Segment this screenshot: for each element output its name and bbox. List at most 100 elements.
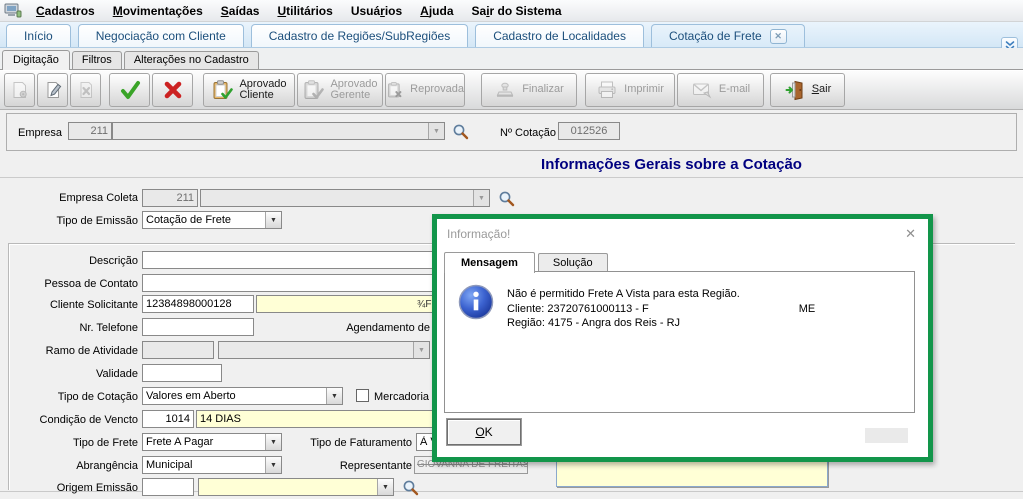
tipo-emissao-combo[interactable]: Cotação de Frete <box>142 211 282 229</box>
condicao-vencto-code-input[interactable] <box>142 410 194 428</box>
tab-cotacao-frete[interactable]: Cotação de Frete <box>650 24 805 47</box>
dialog-tab-bar: Mensagem Solução <box>444 250 611 273</box>
empresa-search-icon[interactable] <box>452 123 469 143</box>
cliente-solicitante-code-input[interactable] <box>142 295 254 313</box>
cliente-nome-fragment: ¾F <box>417 299 432 310</box>
empresa-coleta-search-icon[interactable] <box>498 190 515 210</box>
empresa-coleta-combo[interactable] <box>200 189 490 207</box>
menu-utilitarios[interactable]: Utilitários <box>268 2 341 20</box>
ramo-atividade-label: Ramo de Atividade <box>45 345 138 357</box>
dropdown-arrow-icon[interactable] <box>377 479 393 495</box>
envelope-icon <box>692 83 712 99</box>
empresa-code-input[interactable] <box>68 122 112 140</box>
reprovada-button[interactable]: Reprovada <box>385 73 465 107</box>
menu-saidas[interactable]: Saídas <box>212 2 269 20</box>
agendamento-label: Agendamento de <box>346 322 430 334</box>
clipboard-check-icon <box>213 80 234 99</box>
clipboard-check-icon <box>304 80 325 99</box>
cancel-button[interactable] <box>152 73 193 107</box>
subtab-bar: Digitação Filtros Alterações no Cadastro <box>0 48 1023 70</box>
dialog-close-icon[interactable] <box>905 226 916 242</box>
subtab-alteracoes[interactable]: Alterações no Cadastro <box>123 51 259 69</box>
finalizar-button[interactable]: Finalizar <box>481 73 577 107</box>
new-record-button[interactable] <box>4 73 35 107</box>
email-button[interactable]: E-mail <box>677 73 764 107</box>
app-window: Cadastros Movimentações Saídas Utilitári… <box>0 0 1023 499</box>
message-line-1: Não é permitido Frete A Vista para esta … <box>507 288 740 300</box>
tab-cadastro-localidades[interactable]: Cadastro de Localidades <box>475 24 644 47</box>
dialog-message-panel: Não é permitido Frete A Vista para esta … <box>444 271 915 413</box>
stamp-icon <box>496 82 514 97</box>
empresa-coleta-code-input[interactable] <box>142 189 198 207</box>
tab-cadastro-regioes[interactable]: Cadastro de Regiões/SubRegiões <box>250 24 469 47</box>
aprovado-cliente-button[interactable]: Aprovado Cliente <box>203 73 295 107</box>
representante-label: Representante <box>339 460 412 472</box>
pessoa-contato-label: Pessoa de Contato <box>44 278 138 290</box>
num-cotacao-label: Nº Cotação <box>500 127 556 139</box>
origem-emissao-label: Origem Emissão <box>56 482 138 494</box>
validade-label: Validade <box>96 368 138 380</box>
app-icon <box>4 3 22 18</box>
origem-emissao-combo[interactable] <box>198 478 394 496</box>
dropdown-arrow-icon[interactable] <box>326 388 342 404</box>
cross-icon <box>164 81 181 99</box>
message-line-3: Região: 4175 - Angra dos Reis - RJ <box>507 317 681 329</box>
dropdown-arrow-icon[interactable] <box>265 434 281 450</box>
empresa-combo[interactable] <box>112 122 445 140</box>
ok-button[interactable]: OK <box>447 419 521 445</box>
delete-record-button[interactable] <box>70 73 101 107</box>
tab-close-icon[interactable] <box>769 28 787 44</box>
tab-negociacao-com-cliente[interactable]: Negociação com Cliente <box>77 24 244 47</box>
sair-button[interactable]: Sair <box>770 73 845 107</box>
condicao-vencto-label: Condição de Vencto <box>39 414 138 426</box>
tipo-cotacao-label: Tipo de Cotação <box>57 391 138 403</box>
menu-sair-do-sistema[interactable]: Sair do Sistema <box>463 2 571 20</box>
abrangencia-label: Abrangência <box>76 460 138 472</box>
dialog-tab-solucao[interactable]: Solução <box>537 253 608 272</box>
origem-emissao-search-icon[interactable] <box>402 479 419 499</box>
dropdown-arrow-icon[interactable] <box>265 212 281 228</box>
tab-inicio[interactable]: Início <box>6 24 71 47</box>
menu-usuarios[interactable]: Usuários <box>342 2 411 20</box>
dropdown-arrow-icon[interactable] <box>428 123 444 139</box>
tab-bar: Início Negociação com Cliente Cadastro d… <box>0 22 1023 54</box>
mercadoria-checkbox[interactable] <box>356 389 369 402</box>
tipo-frete-label: Tipo de Frete <box>72 437 138 449</box>
subtab-digitacao[interactable]: Digitação <box>2 50 70 70</box>
dialog-tab-mensagem[interactable]: Mensagem <box>444 252 535 273</box>
dropdown-arrow-icon[interactable] <box>413 342 429 358</box>
validade-input[interactable] <box>142 364 222 382</box>
edit-record-button[interactable] <box>37 73 68 107</box>
abrangencia-combo[interactable]: Municipal <box>142 456 282 474</box>
tipo-emissao-label: Tipo de Emissão <box>56 215 138 227</box>
tipo-faturamento-label: Tipo de Faturamento <box>310 437 412 449</box>
info-icon <box>457 283 495 324</box>
tipo-frete-combo[interactable]: Frete A Pagar <box>142 433 282 451</box>
dialog-disabled-placeholder <box>865 428 908 443</box>
message-line-2: Cliente: 23720761000113 - F ME <box>507 302 816 315</box>
aprovado-gerente-button[interactable]: Aprovado Gerente <box>297 73 383 107</box>
confirm-button[interactable] <box>109 73 150 107</box>
descricao-label: Descrição <box>89 255 138 267</box>
num-cotacao-input[interactable] <box>558 122 620 140</box>
dropdown-arrow-icon[interactable] <box>265 457 281 473</box>
new-record-icon <box>13 82 27 98</box>
origem-emissao-code-input[interactable] <box>142 478 194 496</box>
dropdown-arrow-icon[interactable] <box>473 190 489 206</box>
menu-ajuda[interactable]: Ajuda <box>411 2 462 20</box>
check-icon <box>120 81 140 99</box>
mercadoria-label: Mercadoria E <box>374 391 440 403</box>
subtab-filtros[interactable]: Filtros <box>71 51 122 69</box>
menu-bar: Cadastros Movimentações Saídas Utilitári… <box>0 0 1023 22</box>
tipo-cotacao-combo[interactable]: Valores em Aberto <box>142 387 343 405</box>
menu-cadastros[interactable]: Cadastros <box>27 2 104 20</box>
printer-icon <box>598 81 616 98</box>
nr-telefone-input[interactable] <box>142 318 254 336</box>
info-dialog: Informação! Mensagem Solução Não é permi… <box>432 214 933 462</box>
ramo-atividade-code-input[interactable] <box>142 341 214 359</box>
dialog-message: Não é permitido Frete A Vista para esta … <box>507 287 815 331</box>
exit-door-icon <box>785 80 803 101</box>
imprimir-button[interactable]: Imprimir <box>585 73 675 107</box>
menu-movimentacoes[interactable]: Movimentações <box>104 2 212 20</box>
ramo-atividade-combo[interactable] <box>218 341 430 359</box>
